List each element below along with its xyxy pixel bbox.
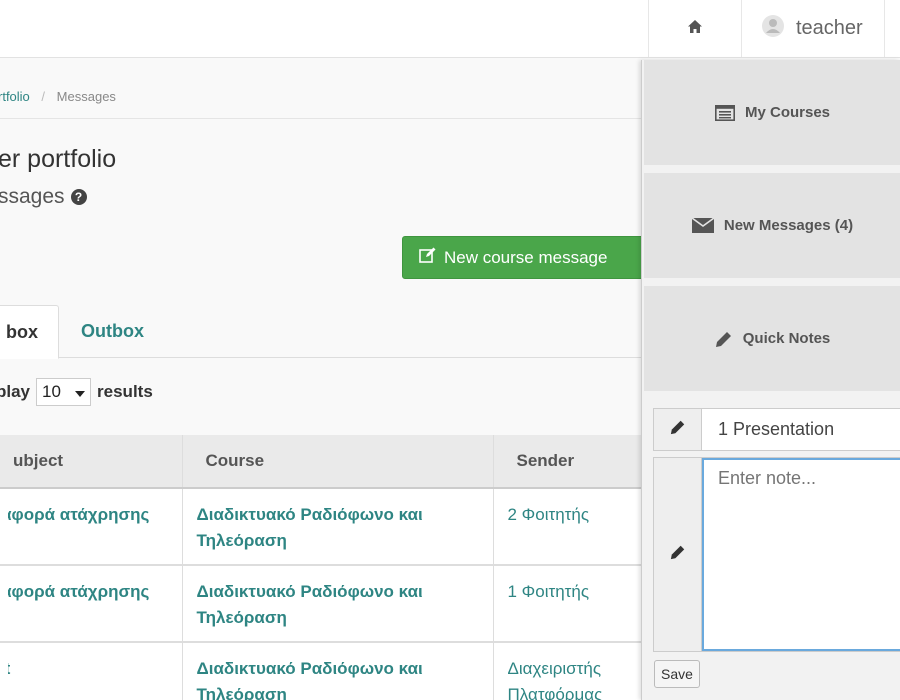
tabs-divider <box>0 357 645 358</box>
note-title-addon <box>654 409 702 450</box>
envelope-icon <box>691 218 714 233</box>
results-label: results <box>97 382 153 401</box>
note-body-addon <box>654 458 702 651</box>
new-course-message-button[interactable]: New course message <box>402 236 647 279</box>
divider <box>0 118 645 119</box>
note-title-input[interactable]: 1 Presentation <box>702 409 900 450</box>
breadcrumb-portfolio-link[interactable]: rtfolio <box>0 89 30 104</box>
note-textarea[interactable] <box>702 458 900 651</box>
panel-new-messages[interactable]: New Messages (4) <box>644 173 900 278</box>
panel-my-courses[interactable]: My Courses <box>644 60 900 165</box>
message-subject-link[interactable]: Αναφορά ατάχρησης <box>8 579 158 605</box>
page-length-control: play 10 results <box>0 378 153 406</box>
side-panel: My Courses New Messages (4) Quick Notes … <box>641 60 900 700</box>
edit-icon <box>419 247 436 268</box>
caret-down-icon <box>75 382 86 402</box>
note-body-group <box>653 457 900 652</box>
column-header-course[interactable]: Course <box>182 435 494 489</box>
list-icon <box>714 104 735 121</box>
tab-inbox[interactable]: box <box>0 305 59 359</box>
help-icon[interactable]: ? <box>70 189 87 205</box>
pencil-icon <box>670 544 686 565</box>
user-menu[interactable]: teacher <box>741 0 885 57</box>
table-row: Αναφορά ατάχρησης Διαδικτυακό Ραδιόφωνο … <box>0 565 645 643</box>
page-subtitle: ssages ? <box>0 185 87 209</box>
column-header-subject[interactable]: ubject <box>0 435 183 489</box>
course-link[interactable]: Διαδικτυακό Ραδιόφωνο και Τηλεόραση <box>197 659 423 700</box>
pencil-icon <box>670 419 686 440</box>
messages-table: ubject Course Sender Αναφορά ατάχρησης Δ… <box>0 435 645 700</box>
table-header-row: ubject Course Sender <box>0 435 645 489</box>
username: teacher <box>796 17 863 39</box>
page-title: er portfolio <box>0 145 117 173</box>
tab-outbox[interactable]: Outbox <box>81 321 144 342</box>
page-subtitle-text: ssages <box>0 185 65 208</box>
page-size-value: 10 <box>42 382 61 401</box>
sender-cell: Διαχειριστής Πλατφόρμας <box>493 642 645 700</box>
subject-cell: Αναφορά ατάχρησης <box>0 488 183 566</box>
subject-cell: Αναφορά ατάχρησης <box>0 565 183 643</box>
table-row: Αναφορά ατάχρησης Διαδικτυακό Ραδιόφωνο … <box>0 488 645 566</box>
course-link[interactable]: Διαδικτυακό Ραδιόφωνο και Τηλεόραση <box>197 505 423 550</box>
top-navbar: teacher <box>0 0 900 58</box>
pencil-icon <box>715 330 733 348</box>
panel-quick-notes[interactable]: Quick Notes <box>644 286 900 391</box>
my-courses-label: My Courses <box>744 104 831 121</box>
course-cell: Διαδικτυακό Ραδιόφωνο και Τηλεόραση <box>182 642 494 700</box>
breadcrumb: rtfolio / Messages <box>0 89 116 104</box>
note-title-group: 1 Presentation <box>653 408 900 451</box>
breadcrumb-current: Messages <box>56 89 116 104</box>
message-subject-link[interactable]: Αναφορά ατάχρησης <box>8 502 158 528</box>
course-cell: Διαδικτυακό Ραδιόφωνο και Τηλεόραση <box>182 565 494 643</box>
new-course-message-label: New course message <box>444 247 608 267</box>
course-link[interactable]: Διαδικτυακό Ραδιόφωνο και Τηλεόραση <box>197 582 423 627</box>
home-icon <box>687 19 703 39</box>
sender-cell: 1 Φοιτητής <box>493 565 645 643</box>
breadcrumb-separator: / <box>41 89 46 104</box>
course-cell: Διαδικτυακό Ραδιόφωνο και Τηλεόραση <box>182 488 494 566</box>
display-label: play <box>0 382 31 401</box>
subject-cell: test <box>0 642 183 700</box>
quick-notes-label: Quick Notes <box>742 330 831 347</box>
user-icon <box>762 15 784 42</box>
home-button[interactable] <box>648 0 741 57</box>
column-header-sender[interactable]: Sender <box>493 435 645 489</box>
message-subject-link[interactable]: test <box>8 656 158 682</box>
sender-link[interactable]: Διαχειριστής Πλατφόρμας <box>508 659 603 700</box>
new-messages-label: New Messages (4) <box>723 217 854 234</box>
sender-cell: 2 Φοιτητής <box>493 488 645 566</box>
sender-link[interactable]: 1 Φοιτητής <box>508 582 590 601</box>
table-row: test Διαδικτυακό Ραδιόφωνο και Τηλεόραση… <box>0 642 645 700</box>
save-note-button[interactable]: Save <box>654 660 700 688</box>
page-size-select[interactable]: 10 <box>36 378 92 406</box>
sender-link[interactable]: 2 Φοιτητής <box>508 505 590 524</box>
